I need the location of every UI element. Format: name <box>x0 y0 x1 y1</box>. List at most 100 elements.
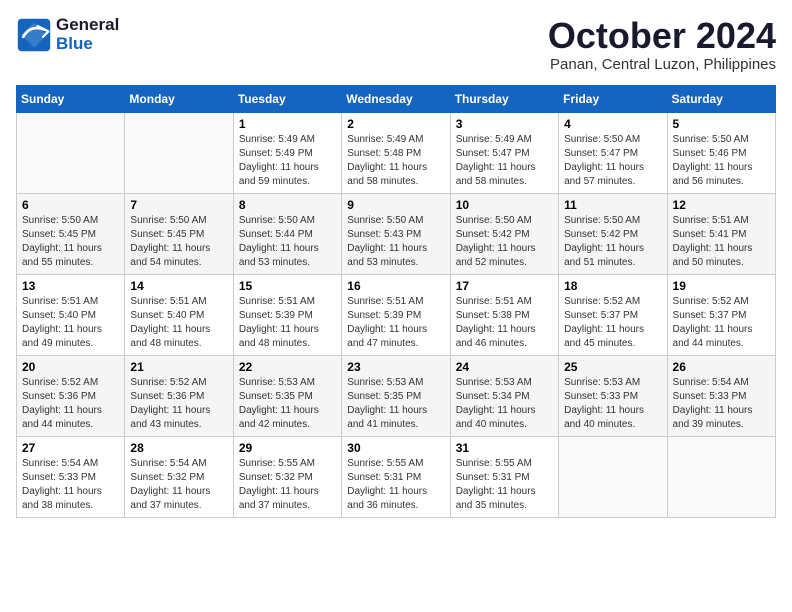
cell-daylight-info: Sunrise: 5:55 AM Sunset: 5:32 PM Dayligh… <box>239 457 336 513</box>
calendar-cell: 18 Sunrise: 5:52 AM Sunset: 5:37 PM Dayli… <box>559 274 667 355</box>
calendar-cell: 26 Sunrise: 5:54 AM Sunset: 5:33 PM Dayli… <box>667 355 775 436</box>
cell-daylight-info: Sunrise: 5:50 AM Sunset: 5:45 PM Dayligh… <box>22 214 119 270</box>
day-number: 6 <box>22 198 119 212</box>
cell-daylight-info: Sunrise: 5:49 AM Sunset: 5:48 PM Dayligh… <box>347 133 444 189</box>
cell-daylight-info: Sunrise: 5:50 AM Sunset: 5:47 PM Dayligh… <box>564 133 661 189</box>
day-number: 14 <box>130 279 227 293</box>
day-number: 19 <box>673 279 770 293</box>
calendar-cell: 12 Sunrise: 5:51 AM Sunset: 5:41 PM Dayli… <box>667 193 775 274</box>
page-header: General Blue October 2024 Panan, Central… <box>16 16 776 73</box>
day-number: 1 <box>239 117 336 131</box>
calendar-table: SundayMondayTuesdayWednesdayThursdayFrid… <box>16 85 776 518</box>
day-number: 4 <box>564 117 661 131</box>
day-number: 22 <box>239 360 336 374</box>
day-number: 2 <box>347 117 444 131</box>
cell-daylight-info: Sunrise: 5:51 AM Sunset: 5:40 PM Dayligh… <box>22 295 119 351</box>
cell-daylight-info: Sunrise: 5:50 AM Sunset: 5:42 PM Dayligh… <box>564 214 661 270</box>
day-number: 27 <box>22 441 119 455</box>
calendar-week-row: 27 Sunrise: 5:54 AM Sunset: 5:33 PM Dayli… <box>17 436 776 517</box>
cell-daylight-info: Sunrise: 5:53 AM Sunset: 5:34 PM Dayligh… <box>456 376 553 432</box>
calendar-cell: 20Sunrise: 5:52 AM Sunset: 5:36 PM Dayli… <box>17 355 125 436</box>
day-number: 13 <box>22 279 119 293</box>
calendar-week-row: 13 Sunrise: 5:51 AM Sunset: 5:40 PM Dayli… <box>17 274 776 355</box>
calendar-cell: 6 Sunrise: 5:50 AM Sunset: 5:45 PM Daylig… <box>17 193 125 274</box>
calendar-cell: 24 Sunrise: 5:53 AM Sunset: 5:34 PM Dayli… <box>450 355 558 436</box>
cell-daylight-info: Sunrise: 5:54 AM Sunset: 5:33 PM Dayligh… <box>673 376 770 432</box>
day-number: 24 <box>456 360 553 374</box>
day-number: 31 <box>456 441 553 455</box>
cell-daylight-info: Sunrise: 5:50 AM Sunset: 5:43 PM Dayligh… <box>347 214 444 270</box>
day-number: 18 <box>564 279 661 293</box>
cell-daylight-info: Sunrise: 5:55 AM Sunset: 5:31 PM Dayligh… <box>347 457 444 513</box>
column-header-friday: Friday <box>559 85 667 112</box>
calendar-cell: 1 Sunrise: 5:49 AM Sunset: 5:49 PM Daylig… <box>233 112 341 193</box>
calendar-cell: 13 Sunrise: 5:51 AM Sunset: 5:40 PM Dayli… <box>17 274 125 355</box>
day-number: 29 <box>239 441 336 455</box>
calendar-cell: 17Sunrise: 5:51 AM Sunset: 5:38 PM Dayli… <box>450 274 558 355</box>
day-number: 26 <box>673 360 770 374</box>
cell-daylight-info: Sunrise: 5:49 AM Sunset: 5:47 PM Dayligh… <box>456 133 553 189</box>
column-header-thursday: Thursday <box>450 85 558 112</box>
cell-daylight-info: Sunrise: 5:53 AM Sunset: 5:35 PM Dayligh… <box>347 376 444 432</box>
cell-daylight-info: Sunrise: 5:50 AM Sunset: 5:46 PM Dayligh… <box>673 133 770 189</box>
cell-daylight-info: Sunrise: 5:54 AM Sunset: 5:33 PM Dayligh… <box>22 457 119 513</box>
column-header-monday: Monday <box>125 85 233 112</box>
day-number: 16 <box>347 279 444 293</box>
cell-daylight-info: Sunrise: 5:52 AM Sunset: 5:36 PM Dayligh… <box>22 376 119 432</box>
cell-daylight-info: Sunrise: 5:52 AM Sunset: 5:36 PM Dayligh… <box>130 376 227 432</box>
cell-daylight-info: Sunrise: 5:52 AM Sunset: 5:37 PM Dayligh… <box>564 295 661 351</box>
calendar-cell: 14Sunrise: 5:51 AM Sunset: 5:40 PM Dayli… <box>125 274 233 355</box>
cell-daylight-info: Sunrise: 5:53 AM Sunset: 5:33 PM Dayligh… <box>564 376 661 432</box>
day-number: 21 <box>130 360 227 374</box>
calendar-cell: 27 Sunrise: 5:54 AM Sunset: 5:33 PM Dayli… <box>17 436 125 517</box>
calendar-week-row: 20Sunrise: 5:52 AM Sunset: 5:36 PM Dayli… <box>17 355 776 436</box>
cell-daylight-info: Sunrise: 5:51 AM Sunset: 5:39 PM Dayligh… <box>239 295 336 351</box>
calendar-week-row: 1 Sunrise: 5:49 AM Sunset: 5:49 PM Daylig… <box>17 112 776 193</box>
calendar-cell: 16 Sunrise: 5:51 AM Sunset: 5:39 PM Dayli… <box>342 274 450 355</box>
day-number: 25 <box>564 360 661 374</box>
calendar-cell: 21 Sunrise: 5:52 AM Sunset: 5:36 PM Dayli… <box>125 355 233 436</box>
day-number: 23 <box>347 360 444 374</box>
column-header-tuesday: Tuesday <box>233 85 341 112</box>
cell-daylight-info: Sunrise: 5:53 AM Sunset: 5:35 PM Dayligh… <box>239 376 336 432</box>
logo-icon <box>16 17 52 53</box>
calendar-cell <box>667 436 775 517</box>
cell-daylight-info: Sunrise: 5:51 AM Sunset: 5:41 PM Dayligh… <box>673 214 770 270</box>
calendar-cell: 7 Sunrise: 5:50 AM Sunset: 5:45 PM Daylig… <box>125 193 233 274</box>
column-header-saturday: Saturday <box>667 85 775 112</box>
calendar-cell <box>17 112 125 193</box>
day-number: 17 <box>456 279 553 293</box>
cell-daylight-info: Sunrise: 5:52 AM Sunset: 5:37 PM Dayligh… <box>673 295 770 351</box>
cell-daylight-info: Sunrise: 5:50 AM Sunset: 5:44 PM Dayligh… <box>239 214 336 270</box>
calendar-header-row: SundayMondayTuesdayWednesdayThursdayFrid… <box>17 85 776 112</box>
month-title: October 2024 <box>548 16 776 56</box>
calendar-cell: 22 Sunrise: 5:53 AM Sunset: 5:35 PM Dayli… <box>233 355 341 436</box>
day-number: 7 <box>130 198 227 212</box>
logo-text: General Blue <box>56 16 119 53</box>
cell-daylight-info: Sunrise: 5:50 AM Sunset: 5:42 PM Dayligh… <box>456 214 553 270</box>
day-number: 9 <box>347 198 444 212</box>
day-number: 3 <box>456 117 553 131</box>
day-number: 5 <box>673 117 770 131</box>
calendar-cell: 25 Sunrise: 5:53 AM Sunset: 5:33 PM Dayli… <box>559 355 667 436</box>
calendar-cell: 2 Sunrise: 5:49 AM Sunset: 5:48 PM Daylig… <box>342 112 450 193</box>
calendar-cell: 10Sunrise: 5:50 AM Sunset: 5:42 PM Dayli… <box>450 193 558 274</box>
cell-daylight-info: Sunrise: 5:49 AM Sunset: 5:49 PM Dayligh… <box>239 133 336 189</box>
day-number: 12 <box>673 198 770 212</box>
day-number: 28 <box>130 441 227 455</box>
calendar-week-row: 6 Sunrise: 5:50 AM Sunset: 5:45 PM Daylig… <box>17 193 776 274</box>
calendar-cell: 31Sunrise: 5:55 AM Sunset: 5:31 PM Dayli… <box>450 436 558 517</box>
calendar-cell: 11Sunrise: 5:50 AM Sunset: 5:42 PM Dayli… <box>559 193 667 274</box>
column-header-wednesday: Wednesday <box>342 85 450 112</box>
calendar-cell: 15 Sunrise: 5:51 AM Sunset: 5:39 PM Dayli… <box>233 274 341 355</box>
column-header-sunday: Sunday <box>17 85 125 112</box>
cell-daylight-info: Sunrise: 5:51 AM Sunset: 5:39 PM Dayligh… <box>347 295 444 351</box>
calendar-cell <box>125 112 233 193</box>
calendar-cell: 28 Sunrise: 5:54 AM Sunset: 5:32 PM Dayli… <box>125 436 233 517</box>
calendar-cell: 8 Sunrise: 5:50 AM Sunset: 5:44 PM Daylig… <box>233 193 341 274</box>
calendar-cell: 9 Sunrise: 5:50 AM Sunset: 5:43 PM Daylig… <box>342 193 450 274</box>
day-number: 15 <box>239 279 336 293</box>
cell-daylight-info: Sunrise: 5:54 AM Sunset: 5:32 PM Dayligh… <box>130 457 227 513</box>
day-number: 8 <box>239 198 336 212</box>
cell-daylight-info: Sunrise: 5:50 AM Sunset: 5:45 PM Dayligh… <box>130 214 227 270</box>
